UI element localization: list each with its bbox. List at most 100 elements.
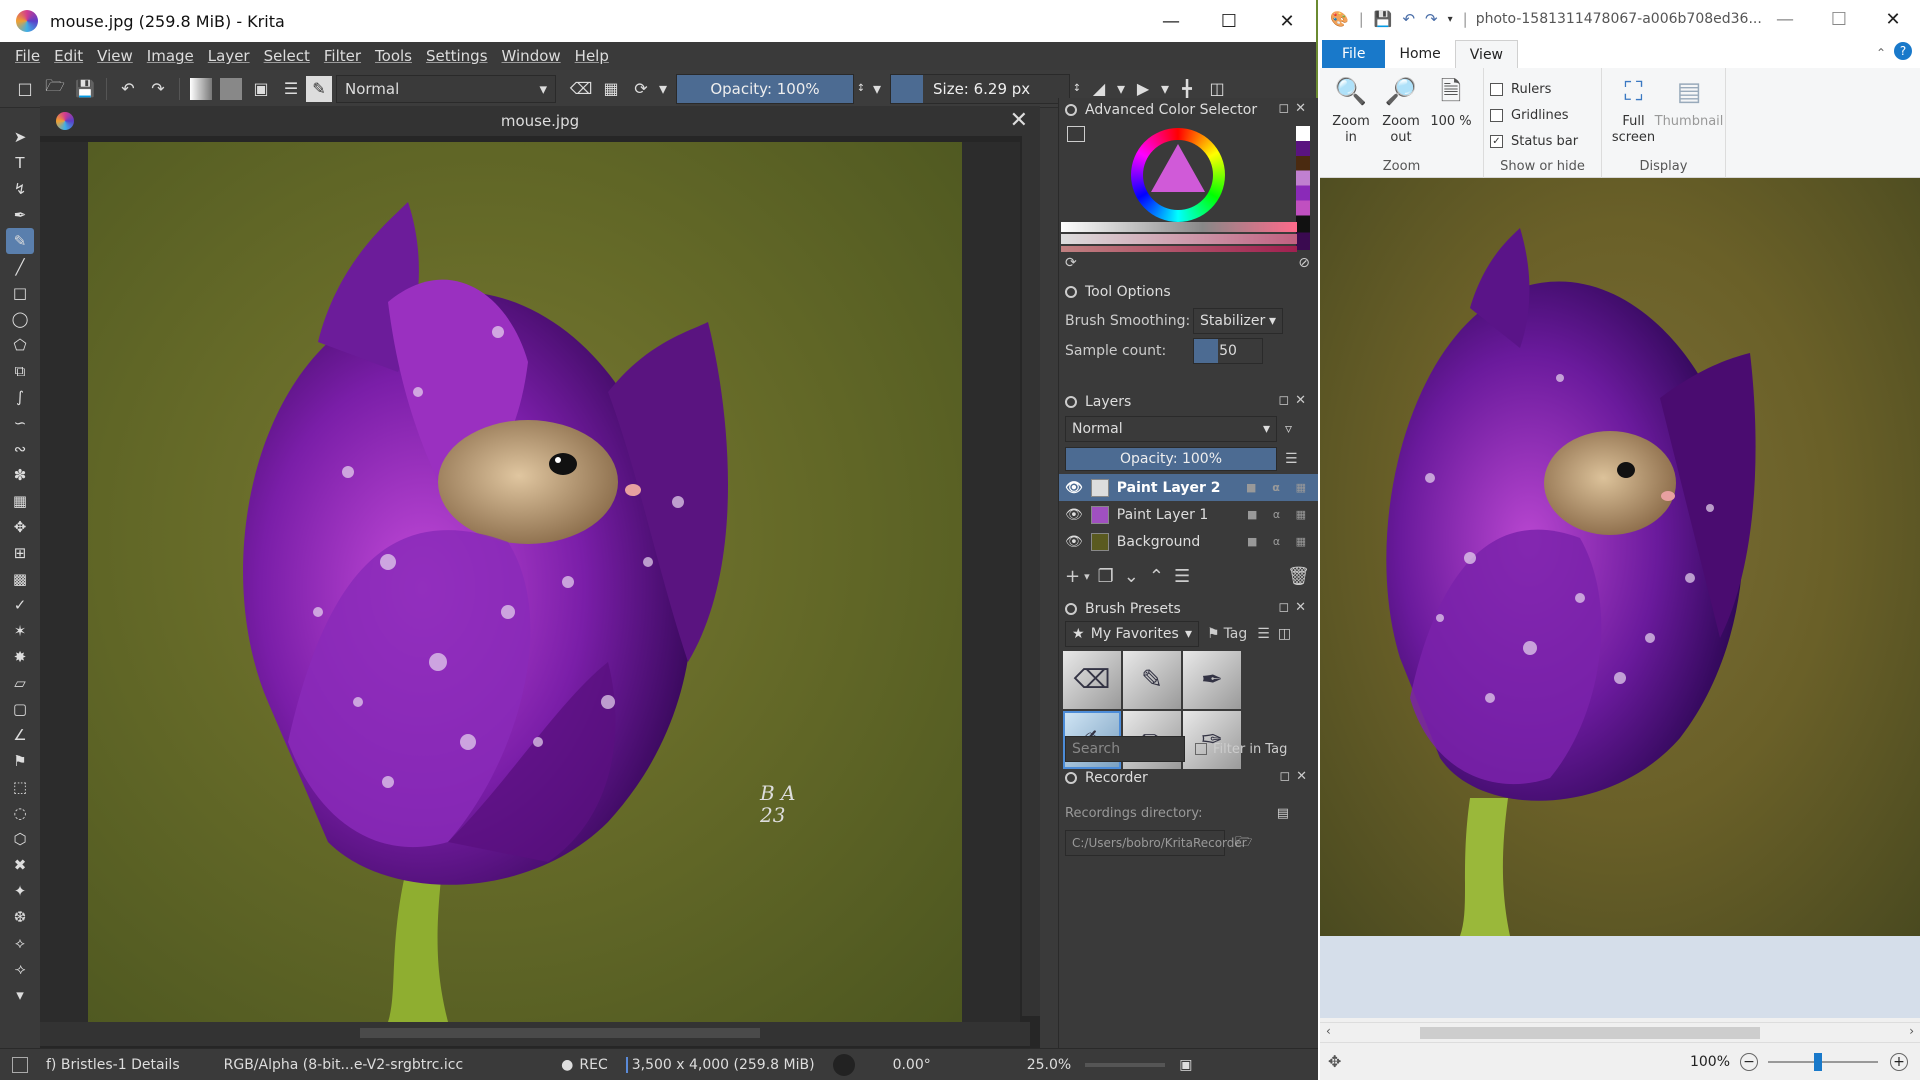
color-wheel[interactable] — [1131, 128, 1225, 222]
size-slider[interactable]: Size: 6.29 px — [890, 73, 1070, 104]
photo-canvas[interactable] — [1320, 178, 1920, 936]
docker-lock-icon[interactable] — [1065, 772, 1077, 784]
line-tool-icon[interactable]: ╱ — [6, 254, 34, 280]
bezier-select-icon[interactable]: ⟡ — [6, 930, 34, 956]
docker-float-close-icons[interactable]: ◻✕ — [1278, 101, 1312, 116]
color-history-strip[interactable] — [1296, 126, 1310, 250]
menu-file[interactable]: File — [8, 47, 47, 65]
scroll-thumb[interactable] — [1420, 1027, 1760, 1039]
zoom-out-icon[interactable]: − — [1740, 1052, 1758, 1071]
pencil-preset[interactable]: ✎ — [1123, 651, 1181, 709]
crop-tool-icon[interactable]: ⊞ — [6, 540, 34, 566]
sample-count-slider[interactable]: 50 — [1193, 338, 1263, 364]
fit-page-icon[interactable]: ▣ — [1179, 1057, 1192, 1073]
ellipse-tool-icon[interactable]: ◯ — [6, 306, 34, 332]
refresh-icon[interactable]: ⟳ — [1065, 255, 1077, 271]
customize-qat-icon[interactable]: ▾ — [1448, 14, 1453, 25]
undo-icon[interactable]: ↶ — [1402, 10, 1415, 28]
polygon-select-icon[interactable]: ⬡ — [6, 826, 34, 852]
rectangle-tool-icon[interactable]: □ — [6, 280, 34, 306]
polygon-tool-icon[interactable]: ⬠ — [6, 332, 34, 358]
maximize-button[interactable]: ☐ — [1200, 0, 1258, 42]
layer-flags-icon[interactable]: ■ α ▦ — [1247, 535, 1312, 548]
select-shape-icon[interactable]: ➤ — [6, 124, 34, 150]
layer-flags-icon[interactable]: ■ α ▦ — [1247, 508, 1312, 521]
canvas-vertical-scrollbar[interactable] — [1022, 136, 1040, 1016]
zoom-slider[interactable] — [1085, 1062, 1166, 1067]
maximize-button[interactable]: ☐ — [1812, 0, 1866, 38]
zoom-in-icon[interactable]: + — [1890, 1052, 1908, 1071]
layer-blend-select[interactable]: Normal ▾ — [1065, 416, 1277, 442]
favorites-select[interactable]: ★ My Favorites ▾ — [1065, 621, 1199, 647]
delete-layer-icon[interactable]: 🗑 — [1287, 566, 1310, 587]
docker-lock-icon[interactable] — [1065, 603, 1077, 615]
preset-search-input[interactable]: Search — [1065, 736, 1185, 762]
multibrush-icon[interactable]: ✽ — [6, 462, 34, 488]
tab-home[interactable]: Home — [1385, 40, 1454, 68]
preserve-alpha-icon[interactable]: ▦ — [596, 74, 626, 104]
layer-item[interactable]: 👁 Background ■ α ▦ — [1059, 528, 1318, 555]
save-icon[interactable]: 💾 — [1374, 10, 1393, 28]
docker-float-close-icons[interactable]: ◻✕ — [1278, 600, 1312, 615]
filter-icon[interactable]: ▿ — [1285, 421, 1292, 437]
dynamic-brush-icon[interactable]: ∾ — [6, 436, 34, 462]
rotation-dial-icon[interactable] — [832, 1053, 855, 1076]
status-rec[interactable]: REC — [579, 1057, 607, 1073]
close-icon[interactable]: ✕ — [1010, 108, 1028, 133]
recorder-options-icon[interactable]: ▤ — [1277, 806, 1289, 821]
edit-shape-icon[interactable]: ↯ — [6, 176, 34, 202]
tag-icon[interactable]: ⚑ — [1207, 626, 1220, 642]
docker-lock-icon[interactable] — [1065, 104, 1077, 116]
saturation-bar[interactable] — [1061, 234, 1297, 244]
layer-item[interactable]: 👁 Paint Layer 2 ■ α ▦ — [1059, 474, 1318, 501]
status-bar-checkbox[interactable]: ✓ Status bar — [1490, 128, 1595, 154]
layer-flags-icon[interactable]: ■ α ▦ — [1246, 481, 1312, 494]
duplicate-layer-icon[interactable]: ❐ — [1098, 566, 1114, 587]
measure-tool-icon[interactable]: ∠ — [6, 722, 34, 748]
color-picker-icon[interactable]: ✓ — [6, 592, 34, 618]
rulers-checkbox[interactable]: Rulers — [1490, 76, 1595, 102]
fg-bg-color-icon[interactable]: ▣ — [246, 74, 276, 104]
layer-opacity-slider[interactable]: Opacity: 100% — [1065, 447, 1277, 471]
layer-item[interactable]: 👁 Paint Layer 1 ■ α ▦ — [1059, 501, 1318, 528]
text-tool-icon[interactable]: T — [6, 150, 34, 176]
brush-preset-icon[interactable]: ✎ — [306, 75, 332, 102]
menu-window[interactable]: Window — [495, 47, 568, 65]
spin-icon[interactable]: ↕ — [854, 74, 868, 104]
close-button[interactable]: ✕ — [1258, 0, 1316, 42]
move-down-icon[interactable]: ⌄ — [1124, 566, 1139, 587]
open-folder-icon[interactable]: 🗁 — [40, 74, 70, 104]
gridlines-checkbox[interactable]: Gridlines — [1490, 102, 1595, 128]
brush-settings-icon[interactable]: ☰ — [276, 74, 306, 104]
recorder-dir-input[interactable]: C:/Users/bobro/KritaRecorder — [1065, 830, 1247, 856]
calligraphy-icon[interactable]: ✒ — [6, 202, 34, 228]
clear-icon[interactable]: ⊘ — [1298, 255, 1310, 271]
folder-icon[interactable]: 🗁 — [1235, 831, 1252, 855]
assistant-tool-icon[interactable]: ▢ — [6, 696, 34, 722]
chevron-down-icon[interactable]: ▾ — [868, 74, 886, 104]
ink-preset[interactable]: ✒ — [1183, 651, 1241, 709]
freehand-select-icon[interactable]: ✖ — [6, 852, 34, 878]
redo-icon[interactable]: ↷ — [1425, 10, 1438, 28]
freehand-path-icon[interactable]: ∽ — [6, 410, 34, 436]
reference-tool-icon[interactable]: ⚑ — [6, 748, 34, 774]
docker-float-close-icons[interactable]: ◻✕ — [1278, 393, 1312, 408]
color-triangle[interactable] — [1151, 144, 1205, 192]
pattern-icon[interactable] — [220, 77, 242, 100]
colorize-mask-icon[interactable]: ✸ — [6, 644, 34, 670]
help-icon[interactable]: ? — [1894, 42, 1912, 60]
docker-lock-icon[interactable] — [1065, 396, 1077, 408]
document-tab[interactable]: mouse.jpg ✕ — [40, 106, 1040, 136]
collapse-ribbon-icon[interactable]: ⌃ — [1876, 46, 1886, 60]
gradient-icon[interactable] — [190, 77, 212, 100]
menu-edit[interactable]: Edit — [47, 47, 90, 65]
scroll-left-icon[interactable]: ‹ — [1326, 1024, 1331, 1038]
menu-help[interactable]: Help — [568, 47, 616, 65]
bezier-tool-icon[interactable]: ∫ — [6, 384, 34, 410]
smart-patch-icon[interactable]: ✶ — [6, 618, 34, 644]
brush-smoothing-select[interactable]: Stabilizer ▾ — [1193, 308, 1283, 334]
move-tool-icon[interactable]: ✥ — [6, 514, 34, 540]
docker-float-close-icons[interactable]: ◻✕ — [1279, 769, 1313, 784]
eraser-preset[interactable]: ⌫ — [1063, 651, 1121, 709]
magnetic-select-icon[interactable]: ⟢ — [6, 956, 34, 982]
